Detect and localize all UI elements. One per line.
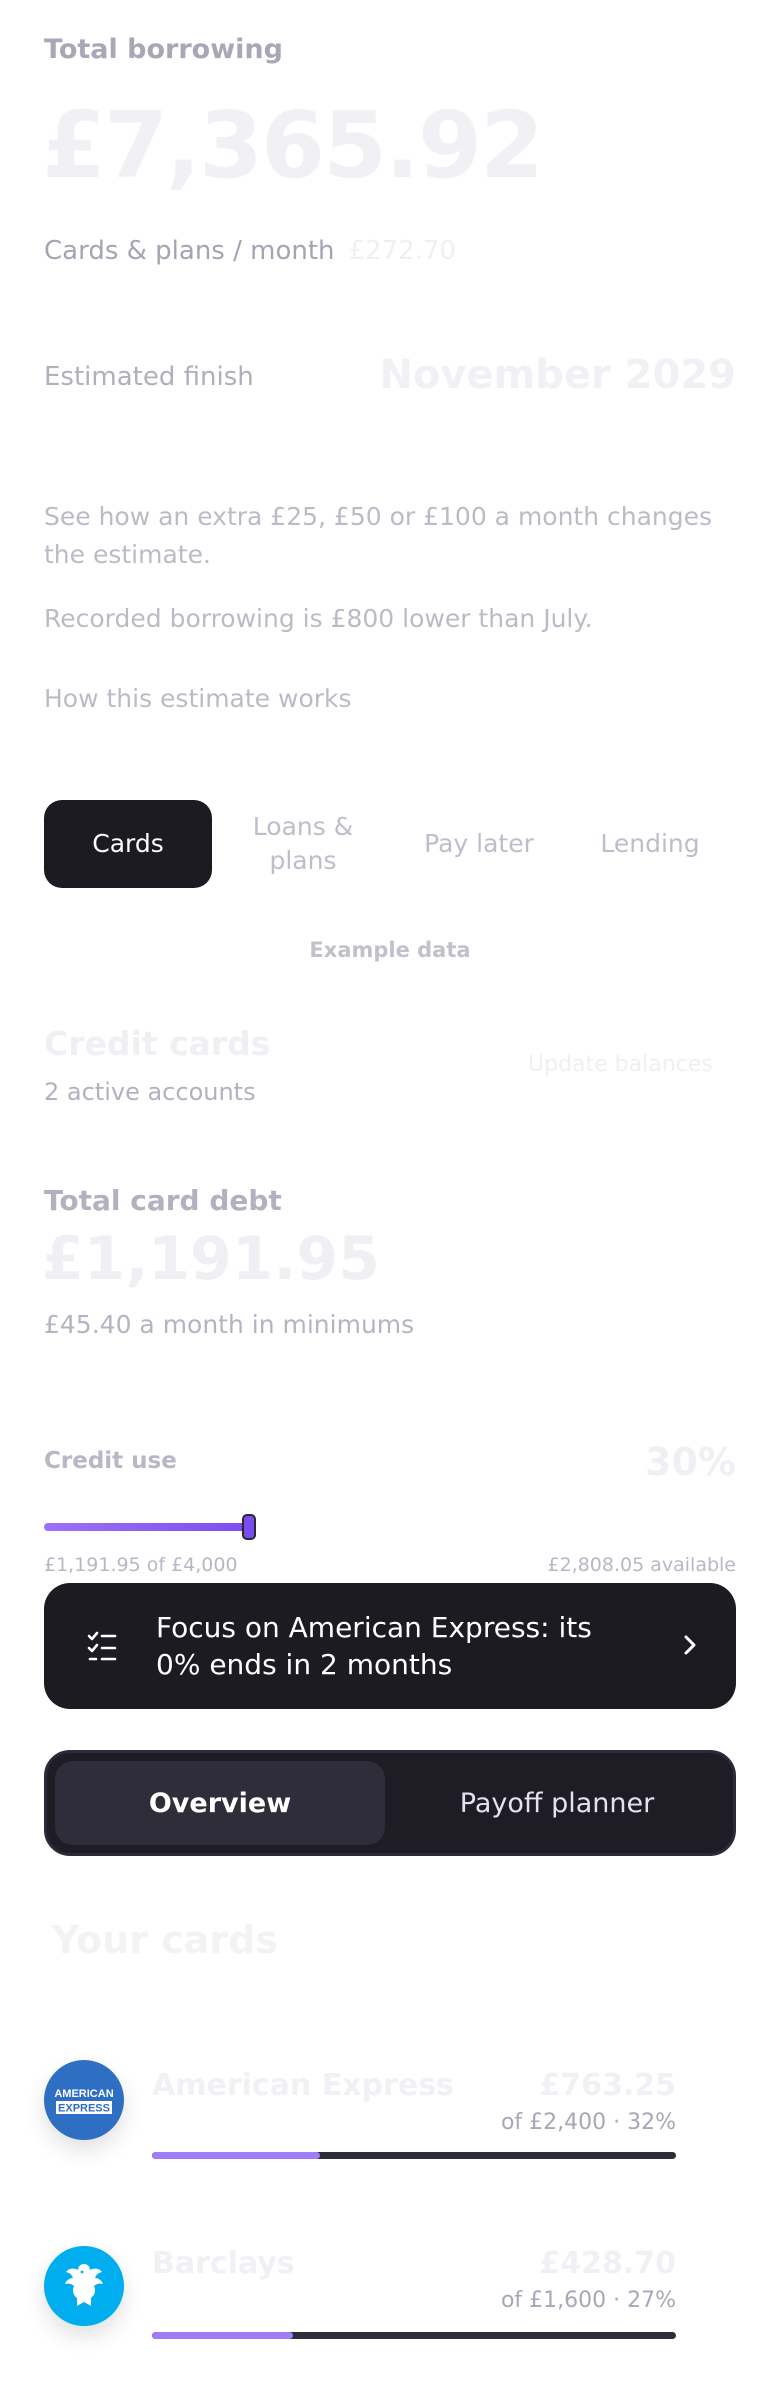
card-utilisation-fill [152, 2152, 320, 2159]
tab-lending[interactable]: Lending [564, 800, 736, 888]
tab-loans-plans[interactable]: Loans & plans [212, 800, 394, 888]
credit-use-percent: 30% [645, 1440, 736, 1484]
update-balances-button[interactable]: Update balances [528, 1052, 713, 1077]
cards-plans-value: £272.70 [348, 236, 457, 266]
eagle-icon [65, 2264, 103, 2306]
cards-plans-label: Cards & plans / month [44, 236, 335, 266]
card-utilisation-bar [152, 2332, 676, 2339]
credit-use-label: Credit use [44, 1448, 177, 1474]
how-estimate-works-link[interactable]: How this estimate works [44, 684, 352, 713]
card-balance: £428.70 [539, 2246, 676, 2281]
credit-cards-title: Credit cards [44, 1024, 271, 1063]
focus-banner[interactable]: Focus on American Express: its 0% ends i… [44, 1583, 736, 1709]
credit-available: £2,808.05 available [547, 1554, 737, 1576]
payoff-planner-segment[interactable]: Payoff planner [387, 1761, 727, 1845]
view-segmented-control: Overview Payoff planner [44, 1750, 736, 1856]
card-limit-detail: of £1,600 · 27% [500, 2288, 676, 2313]
estimated-finish-label: Estimated finish [44, 362, 254, 392]
card-utilisation-bar [152, 2152, 676, 2159]
credit-used-of-limit: £1,191.95 of £4,000 [44, 1554, 238, 1576]
card-balance: £763.25 [539, 2068, 676, 2103]
card-limit-detail: of £2,400 · 32% [500, 2110, 676, 2135]
your-cards-title: Your cards [52, 1918, 278, 1962]
american-express-logo: AMERICAN EXPRESS [44, 2060, 124, 2140]
cards-plans-row: Cards & plans / month £272.70 [44, 236, 456, 266]
card-utilisation-fill [152, 2332, 294, 2339]
focus-banner-text: Focus on American Express: its 0% ends i… [156, 1611, 592, 1681]
credit-use-handle[interactable] [242, 1514, 256, 1540]
tab-cards[interactable]: Cards [44, 800, 212, 888]
total-card-debt-label: Total card debt [44, 1184, 282, 1217]
card-row-barclays[interactable]: Barclays £428.70 of £1,600 · 27% [0, 2226, 780, 2366]
amex-logo-text-2: EXPRESS [58, 2103, 110, 2115]
extra-payment-description: See how an extra £25, £50 or £100 a mont… [44, 502, 713, 569]
credit-use-bar [44, 1523, 252, 1531]
active-accounts-count: 2 active accounts [44, 1078, 256, 1106]
example-data-note: Example data [309, 938, 471, 962]
monthly-minimums: £45.40 a month in minimums [44, 1310, 415, 1339]
card-name: American Express [152, 2068, 454, 2103]
barclays-eagle-logo [44, 2246, 124, 2326]
borrowing-tabs: Cards Loans & plans Pay later Lending [44, 800, 736, 888]
card-name: Barclays [152, 2246, 295, 2281]
total-borrowing-label: Total borrowing [44, 34, 283, 65]
overview-segment[interactable]: Overview [55, 1761, 385, 1845]
estimated-finish-value: November 2029 [379, 352, 736, 398]
card-row-american-express[interactable]: AMERICAN EXPRESS American Express £763.2… [0, 2040, 780, 2180]
tab-pay-later[interactable]: Pay later [394, 800, 564, 888]
checklist-icon [87, 1631, 117, 1661]
american-express-logo-mark: AMERICAN EXPRESS [54, 2088, 113, 2115]
amex-logo-text-1: AMERICAN [54, 2088, 113, 2100]
chevron-right-icon [684, 1635, 696, 1655]
total-borrowing-amount: £7,365.92 [42, 92, 544, 199]
recorded-borrowing-note: Recorded borrowing is £800 lower than Ju… [44, 604, 593, 633]
total-card-debt-amount: £1,191.95 [42, 1224, 380, 1294]
